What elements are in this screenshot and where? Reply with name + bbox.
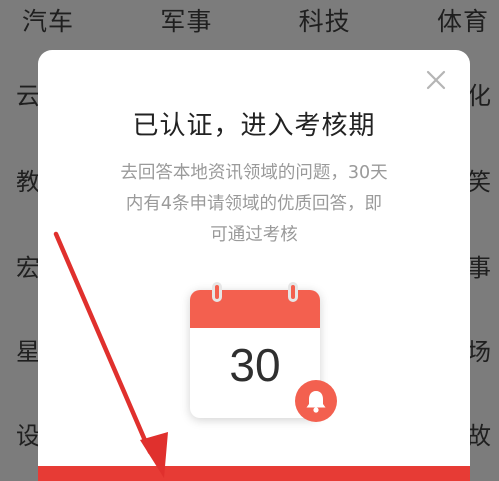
tab-tech[interactable]: 科技 (299, 2, 351, 38)
dialog-description: 去回答本地资讯领域的问题，30天 内有4条申请领域的优质回答，即 可通过考核 (68, 158, 440, 251)
calendar-header (190, 290, 320, 328)
category-tabs: 汽车 军事 科技 体育 (0, 0, 499, 40)
bg-left-item: 设 (16, 422, 40, 450)
bg-left-item: 云 (16, 82, 40, 110)
background-left-column: 云 教 宏 星 设 (0, 0, 40, 481)
bg-right-item: 化 (467, 82, 491, 110)
description-line: 去回答本地资讯领域的问题，30天 (120, 163, 388, 183)
tab-military[interactable]: 军事 (160, 2, 212, 38)
bg-right-item: 笑 (467, 168, 491, 196)
calendar-ring (212, 282, 222, 302)
confirm-button[interactable] (38, 466, 470, 481)
description-line: 可通过考核 (210, 225, 298, 245)
calendar-ring (288, 282, 298, 302)
dialog-title: 已认证，进入考核期 (132, 111, 376, 141)
bg-left-item: 教 (16, 168, 40, 196)
bg-left-item: 星 (16, 338, 40, 366)
description-line: 内有4条申请领域的优质回答，即 (125, 194, 383, 214)
bg-right-item: 事 (467, 254, 491, 282)
certification-dialog: 已认证，进入考核期 去回答本地资讯领域的问题，30天 内有4条申请领域的优质回答… (38, 50, 470, 481)
bg-right-item: 场 (467, 338, 491, 366)
bell-icon (295, 380, 337, 422)
bg-right-item: 故 (467, 422, 491, 450)
bg-left-item: 宏 (16, 254, 40, 282)
close-icon[interactable] (424, 68, 448, 92)
